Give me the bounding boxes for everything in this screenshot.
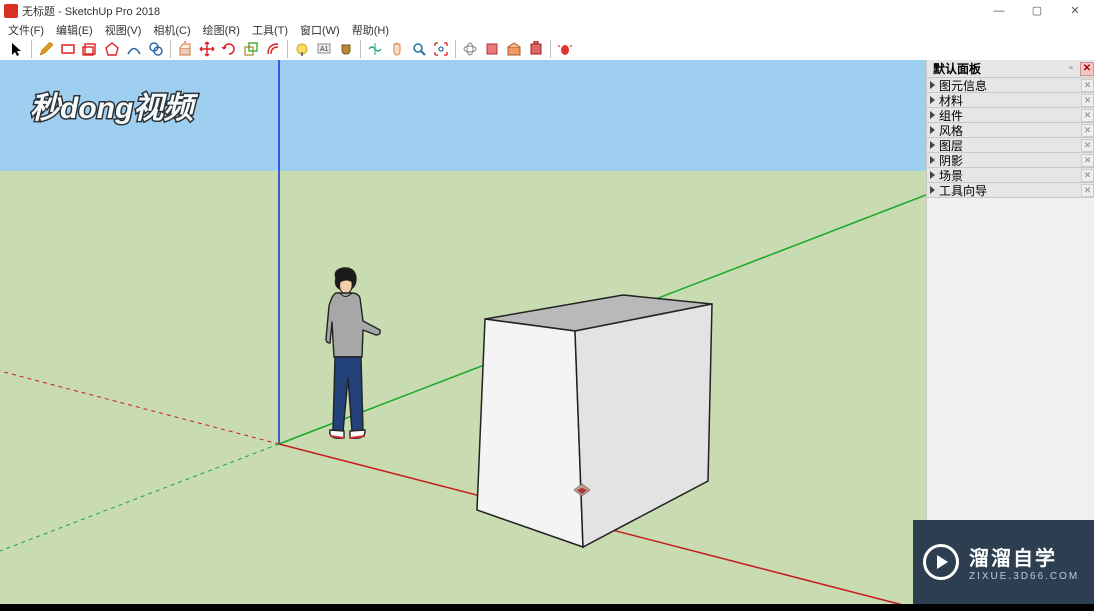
pin-icon[interactable]: ▫ — [1064, 62, 1078, 76]
close-icon[interactable]: ✕ — [1081, 154, 1094, 167]
section-instructor[interactable]: 工具向导 ✕ — [927, 183, 1094, 198]
svg-text:A1: A1 — [320, 46, 329, 53]
tray-title: 默认面板 — [933, 60, 981, 77]
close-icon[interactable]: ✕ — [1081, 94, 1094, 107]
section-label: 工具向导 — [939, 182, 987, 199]
zoom-extents-icon[interactable] — [431, 39, 451, 59]
chevron-right-icon — [930, 156, 935, 164]
chevron-right-icon — [930, 126, 935, 134]
close-button[interactable]: ✕ — [1056, 0, 1094, 21]
menu-bar: 文件(F) 编辑(E) 视图(V) 相机(C) 绘图(R) 工具(T) 窗口(W… — [0, 21, 1094, 38]
circles-icon[interactable] — [146, 39, 166, 59]
pushpull-icon[interactable] — [175, 39, 195, 59]
pentagon-icon[interactable] — [102, 39, 122, 59]
pencil-icon[interactable] — [36, 39, 56, 59]
menu-file[interactable]: 文件(F) — [2, 21, 50, 39]
dash-icon: — — [994, 5, 1005, 17]
menu-window[interactable]: 窗口(W) — [294, 21, 346, 39]
chevron-right-icon — [930, 186, 935, 194]
min-button[interactable]: — — [980, 0, 1018, 21]
toolbar-separator — [31, 40, 32, 58]
chevron-right-icon — [930, 141, 935, 149]
bug-icon[interactable] — [555, 39, 575, 59]
menu-help[interactable]: 帮助(H) — [346, 21, 395, 39]
menu-draw[interactable]: 绘图(R) — [197, 21, 246, 39]
text-icon[interactable]: A1 — [314, 39, 334, 59]
select-arrow-icon[interactable] — [7, 39, 27, 59]
close-icon[interactable]: ✕ — [1081, 124, 1094, 137]
square-icon: ▢ — [1032, 4, 1042, 17]
offset-icon[interactable] — [263, 39, 283, 59]
hand-icon[interactable] — [387, 39, 407, 59]
toolbar-separator — [550, 40, 551, 58]
toolbar: A1 — [0, 38, 1094, 60]
chevron-right-icon — [930, 171, 935, 179]
close-icon[interactable]: ✕ — [1081, 139, 1094, 152]
3d-viewport[interactable]: 秒dong视频 — [0, 60, 926, 611]
shapes-icon[interactable] — [80, 39, 100, 59]
watermark-bottom-right: 溜溜自学 ZIXUE.3D66.COM — [913, 520, 1094, 604]
play-icon — [923, 544, 959, 580]
scale-icon[interactable] — [241, 39, 261, 59]
3dwarehouse-icon[interactable] — [504, 39, 524, 59]
chevron-right-icon — [930, 81, 935, 89]
rectangle-icon[interactable] — [58, 39, 78, 59]
menu-view[interactable]: 视图(V) — [99, 21, 148, 39]
rotate-icon[interactable] — [219, 39, 239, 59]
window-title: 无标题 - SketchUp Pro 2018 — [22, 3, 160, 19]
bottom-strip — [0, 604, 1094, 611]
paint-icon[interactable] — [336, 39, 356, 59]
menu-edit[interactable]: 编辑(E) — [50, 21, 99, 39]
tray-header[interactable]: 默认面板 ▫ ✕ — [927, 60, 1094, 78]
toolbar-separator — [170, 40, 171, 58]
extension-icon[interactable] — [526, 39, 546, 59]
close-icon[interactable]: ✕ — [1080, 62, 1094, 76]
zoom-icon[interactable] — [409, 39, 429, 59]
watermark-sub: ZIXUE.3D66.COM — [969, 571, 1079, 582]
toolbar-separator — [360, 40, 361, 58]
toolbar-separator — [287, 40, 288, 58]
toolbar-separator — [455, 40, 456, 58]
mirror-icon[interactable] — [365, 39, 385, 59]
close-icon[interactable]: ✕ — [1081, 109, 1094, 122]
component-icon[interactable] — [482, 39, 502, 59]
move-icon[interactable] — [197, 39, 217, 59]
app-icon — [4, 4, 18, 18]
window-controls: — ▢ ✕ — [980, 0, 1094, 21]
close-icon[interactable]: ✕ — [1081, 79, 1094, 92]
menu-tools[interactable]: 工具(T) — [246, 21, 294, 39]
arc-icon[interactable] — [124, 39, 144, 59]
close-icon[interactable]: ✕ — [1081, 169, 1094, 182]
title-bar: 无标题 - SketchUp Pro 2018 — ▢ ✕ — [0, 0, 1094, 21]
x-icon: ✕ — [1070, 4, 1079, 17]
close-icon[interactable]: ✕ — [1081, 184, 1094, 197]
chevron-right-icon — [930, 96, 935, 104]
menu-camera[interactable]: 相机(C) — [147, 21, 196, 39]
tape-icon[interactable] — [292, 39, 312, 59]
chevron-right-icon — [930, 111, 935, 119]
max-button[interactable]: ▢ — [1018, 0, 1056, 21]
orbit-icon[interactable] — [460, 39, 480, 59]
watermark-title: 溜溜自学 — [969, 542, 1079, 571]
